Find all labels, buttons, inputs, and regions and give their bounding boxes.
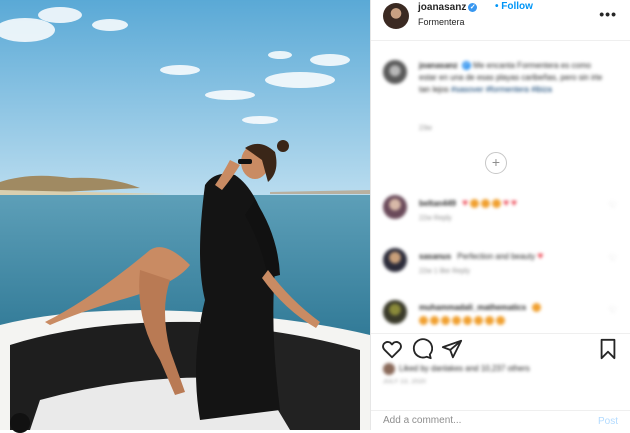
comment-icon[interactable] (411, 338, 433, 360)
verified-icon: ✓ (468, 2, 478, 12)
caption-text: joanasanz ✓ Me encanta Formentera es com… (419, 60, 609, 96)
verified-icon: ✓ (461, 61, 471, 71)
comment-avatar[interactable] (383, 195, 407, 219)
heart-icon[interactable]: ♡ (609, 200, 617, 211)
caption-avatar[interactable] (383, 60, 407, 84)
comment-meta: 22w Reply (419, 215, 452, 222)
heart-icon[interactable] (381, 338, 403, 360)
post-location[interactable]: Formentera (418, 17, 465, 27)
post-panel: joanasanz ✓ • Follow Formentera ••• joana… (370, 0, 630, 430)
emoji (474, 316, 483, 325)
comments-section[interactable]: joanasanz ✓ Me encanta Formentera es com… (371, 41, 630, 333)
heart-emoji: ♥ (462, 198, 469, 209)
likes-text: Liked by danlakes and 10,237 others (399, 364, 530, 374)
emoji (452, 316, 461, 325)
post-button[interactable]: Post (598, 416, 618, 427)
comment-row: beltan449 ♥ ♥ ♥ 22w Reply ♡ (383, 195, 623, 227)
more-icon[interactable]: ••• (599, 6, 617, 22)
caption-hashtags[interactable]: #sasover #formentera #ibiza (451, 85, 552, 94)
bookmark-icon[interactable] (597, 338, 619, 360)
heart-icon[interactable]: ♡ (609, 253, 617, 264)
comment-username[interactable]: muhammadali_mathematics (419, 303, 526, 312)
comment-row: muhammadali_mathematics ♡ (383, 300, 623, 332)
heart-icon[interactable]: ♡ (609, 305, 617, 316)
profile-icon[interactable] (10, 413, 30, 433)
emoji (463, 316, 472, 325)
caption-time: 23w (419, 125, 432, 132)
comment-username[interactable]: sasanus (419, 252, 451, 261)
post-date: JULY 13, 2020 (383, 379, 427, 385)
add-comment-bar: Post (371, 410, 630, 431)
comment-avatar[interactable] (383, 300, 407, 324)
action-bar: Liked by danlakes and 10,237 others JULY… (371, 333, 630, 389)
post-header: joanasanz ✓ • Follow Formentera ••• (371, 0, 630, 41)
emoji (532, 303, 542, 313)
comment-username[interactable]: beltan449 (419, 199, 456, 208)
comment-meta: 22w 1 like Reply (419, 268, 470, 275)
share-icon[interactable] (441, 338, 463, 360)
emoji (492, 199, 502, 209)
comment-emojis: ♥ ♥ ♥ (462, 198, 519, 209)
heart-emoji: ♥ (511, 198, 517, 209)
emoji (470, 199, 480, 209)
author-username[interactable]: joanasanz (418, 2, 466, 13)
emoji (419, 316, 428, 325)
follow-label: Follow (501, 1, 533, 12)
emoji (430, 316, 439, 325)
emoji (441, 316, 450, 325)
post-photo[interactable] (0, 0, 370, 430)
follow-button[interactable]: • Follow (495, 1, 533, 12)
heart-emoji: ♥ (537, 251, 544, 262)
author-avatar[interactable] (383, 3, 409, 29)
emoji (485, 316, 494, 325)
heart-emoji: ♥ (503, 198, 510, 209)
comment-text: Perfection and beauty (457, 252, 536, 261)
photo-scene (0, 0, 370, 430)
emoji (481, 199, 491, 209)
likes-summary[interactable]: Liked by danlakes and 10,237 others (383, 363, 530, 375)
comment-emojis (419, 316, 507, 325)
comment-row: sasanus Perfection and beauty ♥ 22w 1 li… (383, 248, 623, 280)
emoji (496, 316, 505, 325)
caption-username[interactable]: joanasanz (419, 61, 458, 70)
plus-circle-icon[interactable]: + (485, 152, 507, 174)
comment-avatar[interactable] (383, 248, 407, 272)
comment-input[interactable] (383, 415, 573, 426)
liker-avatar (383, 363, 395, 375)
